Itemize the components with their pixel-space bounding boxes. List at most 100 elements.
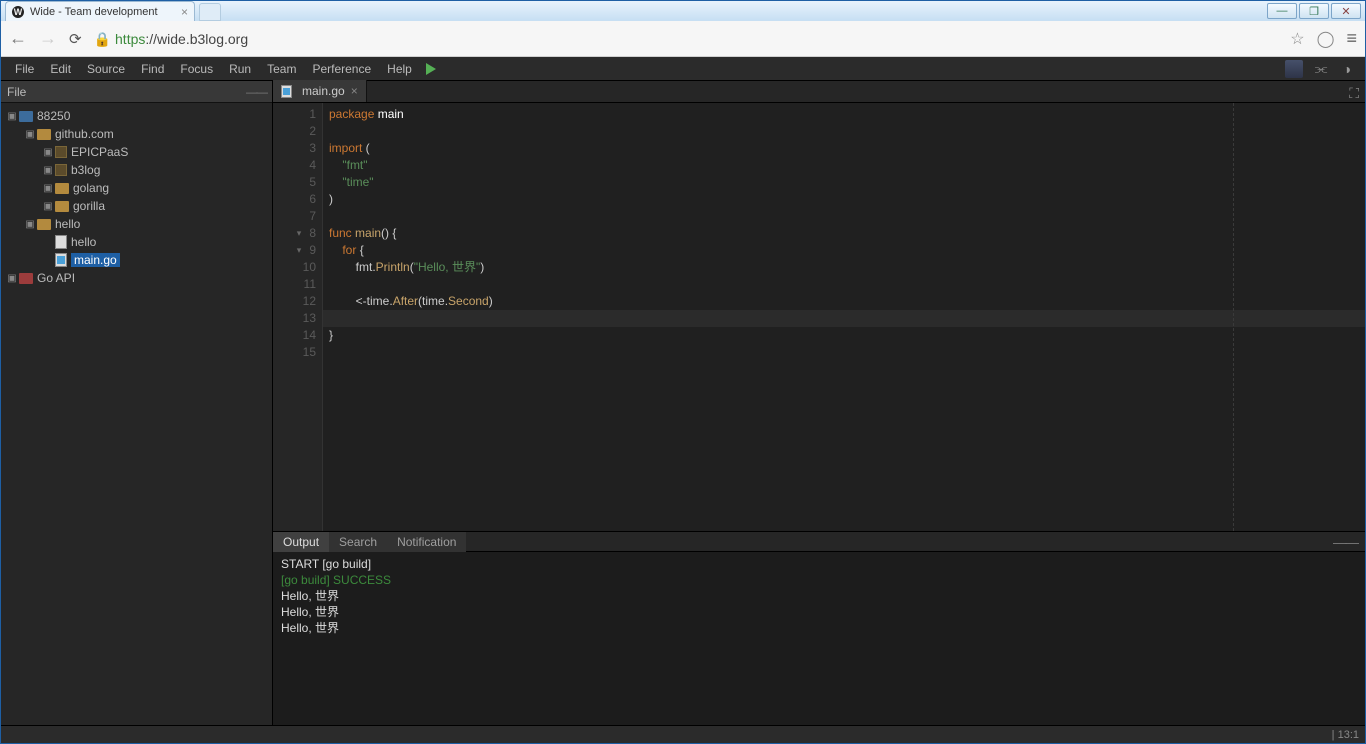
- gutter-line[interactable]: 13: [273, 310, 322, 327]
- window-maximize-button[interactable]: ❐: [1299, 3, 1329, 19]
- editor-tab[interactable]: main.go ×: [273, 80, 367, 102]
- menu-run[interactable]: Run: [221, 62, 259, 76]
- bottom-tab-notification[interactable]: Notification: [387, 532, 466, 552]
- tree-node[interactable]: ▣hello: [1, 215, 272, 233]
- chrome-menu-icon[interactable]: ≡: [1346, 28, 1357, 49]
- code-line[interactable]: <-time.After(time.Second): [329, 293, 1365, 310]
- github-icon[interactable]: ◑: [1339, 61, 1355, 77]
- bottom-panel: OutputSearchNotification —— START [go bui…: [273, 531, 1365, 725]
- menu-perference[interactable]: Perference: [304, 62, 379, 76]
- tree-twisty-icon[interactable]: ▣: [5, 273, 19, 284]
- menu-team[interactable]: Team: [259, 62, 304, 76]
- code-line[interactable]: package main: [329, 106, 1365, 123]
- gutter-line[interactable]: ▾9: [273, 242, 322, 259]
- gutter-line[interactable]: 5: [273, 174, 322, 191]
- gutter-line[interactable]: 12: [273, 293, 322, 310]
- ide-menubar: FileEditSourceFindFocusRunTeamPerference…: [1, 57, 1365, 81]
- tree-twisty-icon[interactable]: ▣: [23, 129, 37, 140]
- editor-tabstrip: main.go × ⛶: [273, 81, 1365, 103]
- tree-twisty-icon[interactable]: ▣: [41, 201, 55, 212]
- browser-titlebar: W Wide - Team development × — ❐ ✕: [1, 1, 1365, 21]
- avatar[interactable]: [1285, 60, 1303, 78]
- fullscreen-icon[interactable]: ⛶: [1349, 85, 1359, 102]
- code-line[interactable]: "fmt": [329, 157, 1365, 174]
- window-close-button[interactable]: ✕: [1331, 3, 1361, 19]
- code-line[interactable]: [329, 208, 1365, 225]
- close-tab-icon[interactable]: ×: [181, 6, 188, 18]
- folder-icon: [19, 273, 33, 284]
- tree-twisty-icon[interactable]: ▣: [5, 111, 19, 122]
- folder-icon: [55, 146, 67, 158]
- code-line[interactable]: func main() {: [329, 225, 1365, 242]
- share-icon[interactable]: ⫘: [1313, 61, 1329, 77]
- gutter-line[interactable]: 15: [273, 344, 322, 361]
- code-line[interactable]: fmt.Println("Hello, 世界"): [329, 259, 1365, 276]
- menu-source[interactable]: Source: [79, 62, 133, 76]
- address-bar[interactable]: 🔒 https://wide.b3log.org: [94, 32, 1279, 46]
- sidebar-minimize-icon[interactable]: ——: [246, 85, 266, 99]
- window-minimize-button[interactable]: —: [1267, 3, 1297, 19]
- tree-node[interactable]: main.go: [1, 251, 272, 269]
- tree-twisty-icon[interactable]: ▣: [41, 147, 55, 158]
- tree-label: EPICPaaS: [71, 145, 128, 159]
- new-tab-button[interactable]: [199, 3, 221, 21]
- fold-icon[interactable]: ▾: [297, 225, 302, 242]
- gutter-line[interactable]: 7: [273, 208, 322, 225]
- menu-find[interactable]: Find: [133, 62, 172, 76]
- tree-node[interactable]: ▣b3log: [1, 161, 272, 179]
- tree-node[interactable]: hello: [1, 233, 272, 251]
- code-line[interactable]: [329, 123, 1365, 140]
- tree-twisty-icon[interactable]: ▣: [23, 219, 37, 230]
- run-button[interactable]: [426, 63, 436, 75]
- gutter-line[interactable]: 4: [273, 157, 322, 174]
- ide-root: FileEditSourceFindFocusRunTeamPerference…: [1, 57, 1365, 743]
- code-line[interactable]: [329, 276, 1365, 293]
- browser-tab[interactable]: W Wide - Team development ×: [5, 1, 195, 21]
- code-line[interactable]: ): [329, 191, 1365, 208]
- menu-focus[interactable]: Focus: [172, 62, 221, 76]
- tree-node[interactable]: ▣ 88250: [1, 107, 272, 125]
- console-line: Hello, 世界: [281, 620, 1357, 636]
- tree-label: 88250: [37, 109, 70, 123]
- console-line: Hello, 世界: [281, 588, 1357, 604]
- tree-twisty-icon[interactable]: ▣: [41, 165, 55, 176]
- menu-file[interactable]: File: [7, 62, 42, 76]
- lock-icon: 🔒: [94, 32, 111, 46]
- bottom-tab-search[interactable]: Search: [329, 532, 387, 552]
- bottom-tab-output[interactable]: Output: [273, 532, 329, 552]
- menu-edit[interactable]: Edit: [42, 62, 79, 76]
- bottom-tabs: OutputSearchNotification ——: [273, 532, 1365, 552]
- tree-node[interactable]: ▣ golang: [1, 179, 272, 197]
- code-line[interactable]: "time": [329, 174, 1365, 191]
- gutter-line[interactable]: ▾8: [273, 225, 322, 242]
- code-editor[interactable]: 1234567▾8▾9101112131415 package mainimpo…: [273, 103, 1365, 531]
- forward-button[interactable]: →: [39, 28, 57, 49]
- tree-label: golang: [73, 181, 109, 195]
- back-button[interactable]: ←: [9, 28, 27, 49]
- gutter-line[interactable]: 14: [273, 327, 322, 344]
- gutter-line[interactable]: 3: [273, 140, 322, 157]
- code-line[interactable]: [329, 344, 1365, 361]
- output-console[interactable]: START [go build][go build] SUCCESSHello,…: [273, 552, 1365, 725]
- code-line[interactable]: import (: [329, 140, 1365, 157]
- fold-icon[interactable]: ▾: [297, 242, 302, 259]
- code-line[interactable]: for {: [329, 242, 1365, 259]
- code-line[interactable]: }: [329, 327, 1365, 344]
- gutter-line[interactable]: 6: [273, 191, 322, 208]
- tree-node[interactable]: ▣Go API: [1, 269, 272, 287]
- bottom-minimize-icon[interactable]: ——: [1333, 534, 1365, 550]
- gutter-line[interactable]: 1: [273, 106, 322, 123]
- menu-help[interactable]: Help: [379, 62, 420, 76]
- reload-button[interactable]: ⟳: [69, 30, 82, 48]
- gutter-line[interactable]: 11: [273, 276, 322, 293]
- bookmark-star-icon[interactable]: ☆: [1290, 29, 1304, 49]
- tree-twisty-icon[interactable]: ▣: [41, 183, 55, 194]
- file-tree[interactable]: ▣88250▣github.com▣EPICPaaS▣b3log▣golang▣…: [1, 103, 272, 725]
- close-editor-tab-icon[interactable]: ×: [351, 84, 358, 98]
- chrome-user-icon[interactable]: ◯: [1317, 29, 1335, 49]
- tree-node[interactable]: ▣ EPICPaaS: [1, 143, 272, 161]
- tree-node[interactable]: ▣gorilla: [1, 197, 272, 215]
- gutter-line[interactable]: 2: [273, 123, 322, 140]
- tree-node[interactable]: ▣github.com: [1, 125, 272, 143]
- gutter-line[interactable]: 10: [273, 259, 322, 276]
